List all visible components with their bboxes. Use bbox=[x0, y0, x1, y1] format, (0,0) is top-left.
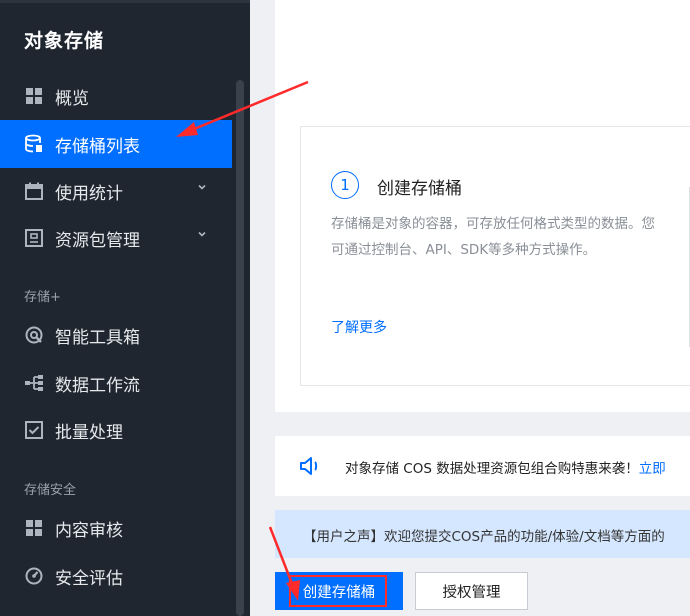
chevron-down-icon[interactable] bbox=[196, 181, 208, 193]
step-title: 创建存储桶 bbox=[377, 179, 462, 199]
sidebar-item-usage-stats[interactable]: 使用统计 bbox=[0, 167, 232, 215]
sidebar-item-label: 批量处理 bbox=[55, 422, 123, 443]
sidebar: 对象存储 概览 存储桶列表 使用统计 资源包管理 存储+ 智能工具箱 数据工作流… bbox=[0, 0, 250, 616]
package-icon bbox=[24, 228, 44, 248]
promo-text: 对象存储 COS 数据处理资源包组合购特惠来袭！ bbox=[345, 461, 639, 477]
step-number: 1 bbox=[331, 171, 359, 199]
sidebar-item-label: 存储桶列表 bbox=[55, 136, 140, 157]
user-feedback-banner: 【用户之声】欢迎您提交COS产品的功能/体验/文档等方面的 bbox=[275, 510, 690, 558]
sidebar-item-bucket-list[interactable]: 存储桶列表 bbox=[0, 120, 232, 168]
sidebar-item-data-workflow[interactable]: 数据工作流 bbox=[0, 359, 232, 407]
toolbox-icon bbox=[24, 325, 44, 345]
authorization-management-button[interactable]: 授权管理 bbox=[415, 572, 528, 610]
checkbox-icon bbox=[24, 420, 44, 440]
feedback-text[interactable]: 【用户之声】欢迎您提交COS产品的功能/体验/文档等方面的 bbox=[303, 525, 665, 545]
sidebar-item-label: 内容审核 bbox=[55, 520, 123, 541]
sidebar-item-label: 安全评估 bbox=[55, 568, 123, 589]
sidebar-item-security-assessment[interactable]: 安全评估 bbox=[0, 552, 232, 600]
annotation-highlight-box bbox=[289, 575, 387, 607]
chevron-down-icon[interactable] bbox=[196, 228, 208, 240]
sidebar-top-border bbox=[0, 0, 250, 3]
workflow-icon bbox=[24, 373, 44, 393]
step-card-create-bucket: 1 创建存储桶 存储桶是对象的容器，可存放任何格式类型的数据。您可通过控制台、A… bbox=[300, 126, 690, 386]
promo-notice-bar: 对象存储 COS 数据处理资源包组合购特惠来袭！立即 bbox=[275, 436, 690, 496]
database-icon bbox=[24, 134, 44, 154]
speaker-icon bbox=[300, 457, 318, 475]
promo-link[interactable]: 立即 bbox=[639, 461, 666, 477]
sidebar-item-batch-processing[interactable]: 批量处理 bbox=[0, 406, 232, 454]
calendar-icon bbox=[24, 181, 44, 201]
sidebar-item-label: 智能工具箱 bbox=[55, 327, 140, 348]
step-description: 存储桶是对象的容器，可存放任何格式类型的数据。您可通过控制台、API、SDK等多… bbox=[331, 216, 655, 258]
create-bucket-button[interactable]: 创建存储桶 bbox=[275, 572, 403, 610]
sidebar-item-label: 资源包管理 bbox=[55, 230, 140, 251]
gauge-icon bbox=[24, 566, 44, 586]
grid-icon bbox=[24, 518, 44, 538]
sidebar-section-storage-security: 存储安全 bbox=[24, 483, 77, 498]
sidebar-item-label: 使用统计 bbox=[55, 183, 123, 204]
sidebar-section-storage-plus: 存储+ bbox=[24, 290, 61, 305]
sidebar-item-label: 数据工作流 bbox=[55, 375, 140, 396]
sidebar-item-content-moderation[interactable]: 内容审核 bbox=[0, 504, 232, 552]
sidebar-item-package-management[interactable]: 资源包管理 bbox=[0, 214, 232, 262]
learn-more-link[interactable]: 了解更多 bbox=[331, 317, 387, 337]
sidebar-item-smart-toolbox[interactable]: 智能工具箱 bbox=[0, 311, 232, 359]
promo-notice-text: 对象存储 COS 数据处理资源包组合购特惠来袭！立即 bbox=[345, 457, 666, 477]
grid-icon bbox=[24, 86, 44, 106]
sidebar-title: 对象存储 bbox=[24, 30, 105, 52]
sidebar-item-overview[interactable]: 概览 bbox=[0, 72, 232, 120]
sidebar-scrollbar[interactable] bbox=[236, 80, 244, 616]
sidebar-item-label: 概览 bbox=[55, 88, 89, 109]
